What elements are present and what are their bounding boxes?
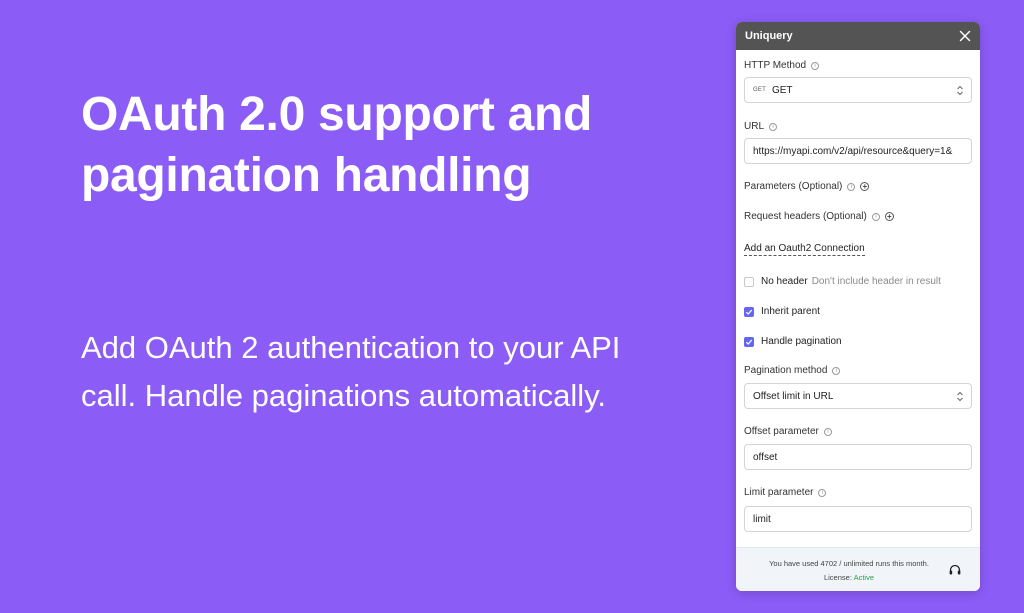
add-parameter-icon[interactable]: + [860,182,870,191]
panel-title: Uniquery [745,30,793,42]
panel-footer: You have used 4702 / unlimited runs this… [736,547,980,591]
http-method-label: HTTP Method i [744,60,820,71]
url-input[interactable]: https://myapi.com/v2/api/resource&query=… [744,138,972,164]
no-header-checkbox[interactable] [744,276,754,287]
http-method-select[interactable]: GET GET [744,77,972,103]
add-header-icon[interactable]: + [884,212,894,221]
inherit-parent-label: Inherit parent [761,306,820,317]
pagination-method-label: Pagination method i [744,365,841,376]
limit-parameter-label: Limit parameter i [744,487,827,498]
http-method-value: GET [771,84,793,96]
license-status: Active [853,573,875,582]
info-icon[interactable]: i [871,212,880,221]
inherit-parent-row: Inherit parent [744,306,820,317]
request-headers-label: Request headers (Optional) i + [744,211,894,222]
info-icon[interactable]: i [818,488,827,497]
handle-pagination-checkbox[interactable] [744,336,754,347]
url-label: URL i [744,121,778,132]
chevron-updown-icon [957,391,963,402]
info-icon[interactable]: i [811,61,820,70]
limit-parameter-value: limit [753,513,771,525]
handle-pagination-label: Handle pagination [761,336,842,347]
check-icon [745,309,753,315]
pagination-method-select[interactable]: Offset limit in URL [744,383,972,409]
panel-header: Uniquery [736,22,980,50]
url-value: https://myapi.com/v2/api/resource&query=… [753,145,953,157]
uniquery-panel: Uniquery HTTP Method i GET GET URL i htt… [736,22,980,591]
pagination-method-value: Offset limit in URL [753,390,834,402]
info-icon[interactable]: i [847,182,856,191]
parameters-label: Parameters (Optional) i + [744,181,870,192]
no-header-label: No header [761,276,808,287]
headset-icon[interactable] [948,563,962,577]
no-header-hint: Don't include header in result [811,276,941,287]
limit-parameter-input[interactable]: limit [744,506,972,532]
no-header-row: No header Don't include header in result [744,276,941,287]
hero-subtitle: Add OAuth 2 authentication to your API c… [81,330,621,413]
hero-title: OAuth 2.0 support and pagination handlin… [81,88,593,202]
method-tag: GET [753,87,766,93]
offset-parameter-value: offset [753,451,778,463]
info-icon[interactable]: i [832,366,841,375]
license-line: License: Active [736,573,962,582]
usage-text: You have used 4702 / unlimited runs this… [769,559,929,568]
add-oauth2-connection-link[interactable]: Add an Oauth2 Connection [744,243,865,256]
close-icon[interactable] [957,28,973,44]
offset-parameter-label: Offset parameter i [744,426,832,437]
info-icon[interactable]: i [769,122,778,131]
inherit-parent-checkbox[interactable] [744,306,754,317]
check-icon [745,339,753,345]
info-icon[interactable]: i [823,427,832,436]
chevron-updown-icon [957,85,963,96]
handle-pagination-row: Handle pagination [744,336,842,347]
license-label: License: [823,573,852,582]
offset-parameter-input[interactable]: offset [744,444,972,470]
